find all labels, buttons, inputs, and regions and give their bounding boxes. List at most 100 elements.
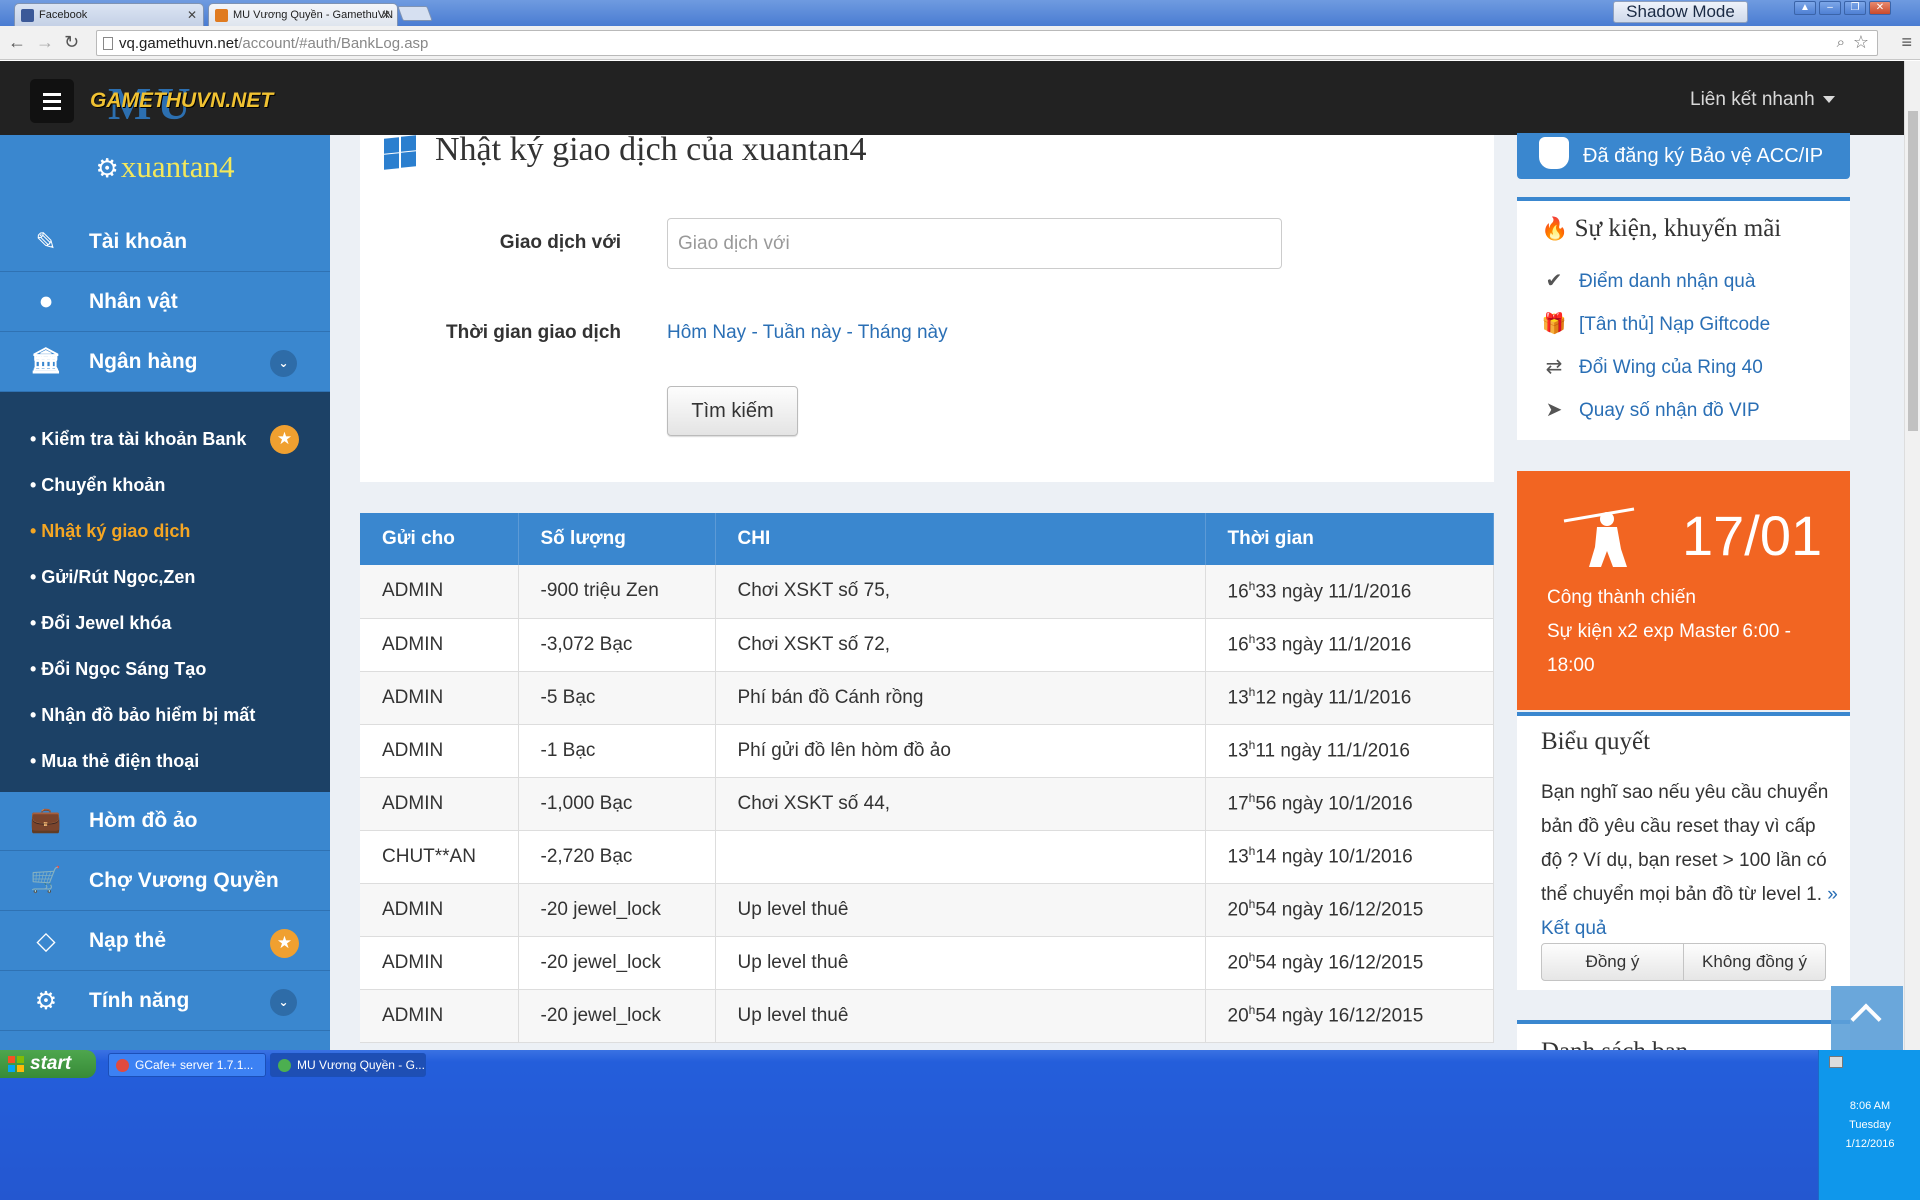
time-link-today[interactable]: Hôm Nay [667,322,746,343]
clock-day: Tuesday [1849,1119,1891,1131]
network-icon[interactable] [1829,1056,1843,1068]
windows-flag-icon [8,1056,24,1072]
sidebar-item-character[interactable]: ● Nhân vật [0,273,330,332]
taskbar-item-gcafe[interactable]: GCafe+ server 1.7.1... [108,1053,266,1077]
url-path: /account/#auth/BankLog.asp [238,35,429,52]
sidebar: ⚙xuantan4 ✎ Tài khoản ● Nhân vật 🏛 Ngân … [0,135,330,1050]
submenu-item-insurance[interactable]: • Nhận đồ bảo hiểm bị mất [30,705,255,726]
poll-disagree-button[interactable]: Không đồng ý [1683,943,1826,981]
sidebar-item-label: Nạp thẻ [89,929,167,952]
hamburger-menu-button[interactable] [30,79,74,123]
castle-siege-panel[interactable]: 17/01 Công thành chiến Sự kiện x2 exp Ma… [1517,471,1850,710]
siege-title: Công thành chiến [1547,587,1696,608]
page-title: Nhật ký giao dịch của xuantan4 [435,131,867,168]
sidebar-item-account[interactable]: ✎ Tài khoản [0,213,330,272]
page-scrollbar[interactable] [1904,61,1920,1050]
new-tab-button[interactable] [397,6,433,21]
submenu-item-transaction-log[interactable]: • Nhật ký giao dịch [30,521,190,542]
submenu-item-deposit-withdraw[interactable]: • Gửi/Rút Ngọc,Zen [30,567,195,588]
column-header: Gửi cho [360,513,519,565]
restore-icon[interactable]: ❐ [1844,1,1866,15]
browser-menu-icon[interactable]: ≡ [1901,32,1912,53]
event-link-wing[interactable]: ⇄ Đổi Wing của Ring 40 [1541,354,1763,379]
cell-description: Phí bán đồ Cánh rồng [715,671,1206,725]
scroll-to-top-button[interactable] [1831,986,1903,1050]
clock-date: 1/12/2016 [1845,1138,1895,1150]
url-input[interactable]: vq.gamethuvn.net/account/#auth/BankLog.a… [96,30,1878,56]
table-row: ADMIN -1,000 Bạc Chơi XSKT số 44, 17h56 … [360,777,1494,831]
site-logo[interactable]: MU GAMETHUVN.NET [90,78,273,129]
cell-time: 13h14 ngày 10/1/2016 [1205,830,1494,884]
clock-time[interactable]: 8:06 AM [1819,1100,1920,1112]
search-button[interactable]: Tìm kiếm [667,386,798,436]
browser-tab-facebook[interactable]: Facebook ✕ [14,3,204,26]
partner-input[interactable] [667,218,1282,269]
quick-links-dropdown[interactable]: Liên kết nhanh [1690,89,1835,111]
table-header-row: Gửi cho Số lượng CHI Thời gian [360,513,1494,565]
cell-amount: -1 Bạc [518,724,716,778]
table-row: ADMIN -20 jewel_lock Up level thuê 20h54… [360,883,1494,937]
time-link-month[interactable]: Tháng này [858,322,948,343]
back-arrow-icon[interactable]: ← [8,32,26,53]
sidebar-item-bank[interactable]: 🏛 Ngân hàng ⌄ [0,333,330,392]
cell-description [715,830,1206,884]
shadow-mode-button[interactable]: Shadow Mode [1613,1,1748,23]
taskbar-item-mu[interactable]: MU Vương Quyền - G... [270,1053,426,1077]
chevron-down-icon[interactable]: ⌄ [270,989,297,1016]
cell-description: Chơi XSKT số 72, [715,618,1206,672]
start-button[interactable]: start [0,1050,96,1078]
cell-time: 13h12 ngày 11/1/2016 [1205,671,1494,725]
minimize-icon[interactable]: – [1819,1,1841,15]
zoom-icon[interactable]: ⌕ [1837,34,1845,51]
close-window-icon[interactable]: ✕ [1869,1,1891,15]
reload-icon[interactable]: ↻ [64,32,79,53]
account-protection-button[interactable]: Đã đăng ký Bảo vệ ACC/IP [1517,133,1850,179]
submenu-item-check-bank[interactable]: • Kiểm tra tài khoản Bank ★ [30,425,299,454]
address-bar: ← → ↻ vq.gamethuvn.net/account/#auth/Ban… [0,26,1920,60]
cell-recipient: ADMIN [360,936,519,990]
next-panel: Danh sách bạn [1517,1020,1850,1050]
table-row: ADMIN -20 jewel_lock Up level thuê 20h54… [360,936,1494,990]
scrollbar-thumb[interactable] [1908,111,1918,431]
event-link-lottery[interactable]: ➤ Quay số nhận đồ VIP [1541,397,1760,422]
time-label: Thời gian giao dịch [445,322,621,343]
system-tray: 8:06 AM Tuesday 1/12/2016 [1818,1050,1920,1200]
cell-time: 16h33 ngày 11/1/2016 [1205,565,1494,619]
cell-time: 17h56 ngày 10/1/2016 [1205,777,1494,831]
user-icon[interactable]: ▲ [1794,1,1816,15]
submenu-item-buy-card[interactable]: • Mua thẻ điện thoại [30,751,199,772]
bookmark-star-icon[interactable]: ☆ [1853,32,1869,53]
browser-tab-mu[interactable]: MU Vương Quyền - GamethuVN ✕ [208,3,398,26]
event-link-giftcode[interactable]: 🎁 [Tân thủ] Nạp Giftcode [1541,311,1771,336]
forward-arrow-icon[interactable]: → [36,32,54,53]
time-link-week[interactable]: Tuần này [763,322,842,343]
transaction-table: Gửi cho Số lượng CHI Thời gian ADMIN -90… [360,513,1494,1043]
page-icon [103,37,113,50]
sidebar-item-market[interactable]: 🛒 Chợ Vương Quyền [0,852,330,911]
sidebar-item-features[interactable]: ⚙ Tính năng ⌄ [0,972,330,1031]
cell-description: Chơi XSKT số 75, [715,565,1206,619]
submenu-item-exchange-creation[interactable]: • Đổi Ngọc Sáng Tạo [30,659,206,680]
event-link-checkin[interactable]: ✔ Điểm danh nhận quà [1541,268,1756,293]
sidebar-item-topup[interactable]: ◇ Nạp thẻ ★ [0,912,330,971]
siege-detail: Sự kiện x2 exp Master 6:00 - [1547,621,1791,642]
windows-logo-icon [384,135,416,170]
cell-recipient: ADMIN [360,618,519,672]
edit-icon: ✎ [35,228,57,256]
chevron-down-icon[interactable]: ⌄ [270,350,297,377]
submenu-item-label: • Kiểm tra tài khoản Bank [30,429,247,449]
poll-agree-button[interactable]: Đồng ý [1541,943,1684,981]
sidebar-item-virtual-chest[interactable]: 💼 Hòm đồ ảo [0,792,330,851]
close-tab-icon[interactable]: ✕ [381,8,391,22]
sidebar-item-label: Ngân hàng [89,350,198,373]
submenu-item-exchange-jewel[interactable]: • Đổi Jewel khóa [30,613,171,634]
event-label: Điểm danh nhận quà [1579,271,1756,292]
table-row: ADMIN -3,072 Bạc Chơi XSKT số 72, 16h33 … [360,618,1494,672]
close-tab-icon[interactable]: ✕ [187,8,197,22]
events-panel: 🔥 Sự kiện, khuyến mãi ✔ Điểm danh nhận qu… [1517,197,1850,440]
cell-description: Phí gửi đồ lên hòm đồ ảo [715,724,1206,778]
sidebar-item-label: Hòm đồ ảo [89,809,198,832]
chrome-icon [278,1059,291,1072]
time-range-links: Hôm Nay - Tuần này - Tháng này [667,322,948,344]
submenu-item-transfer[interactable]: • Chuyển khoản [30,475,165,496]
